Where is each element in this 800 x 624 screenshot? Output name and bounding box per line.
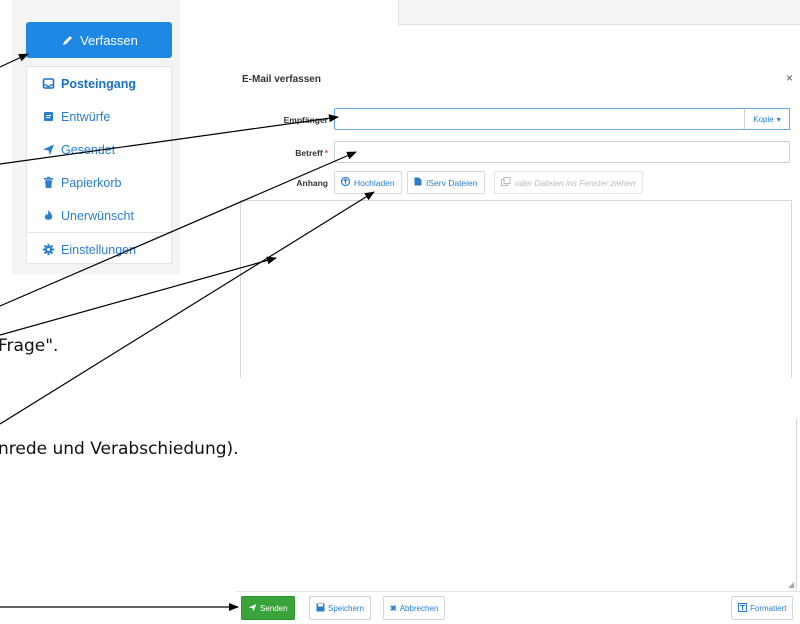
annotation-arrows <box>0 53 375 611</box>
arrow-to-compose <box>0 53 29 68</box>
arrow-to-upload <box>0 191 375 425</box>
arrow-to-subject <box>0 151 357 307</box>
arrow-to-recipient <box>0 114 339 165</box>
arrow-to-editor <box>0 256 277 336</box>
